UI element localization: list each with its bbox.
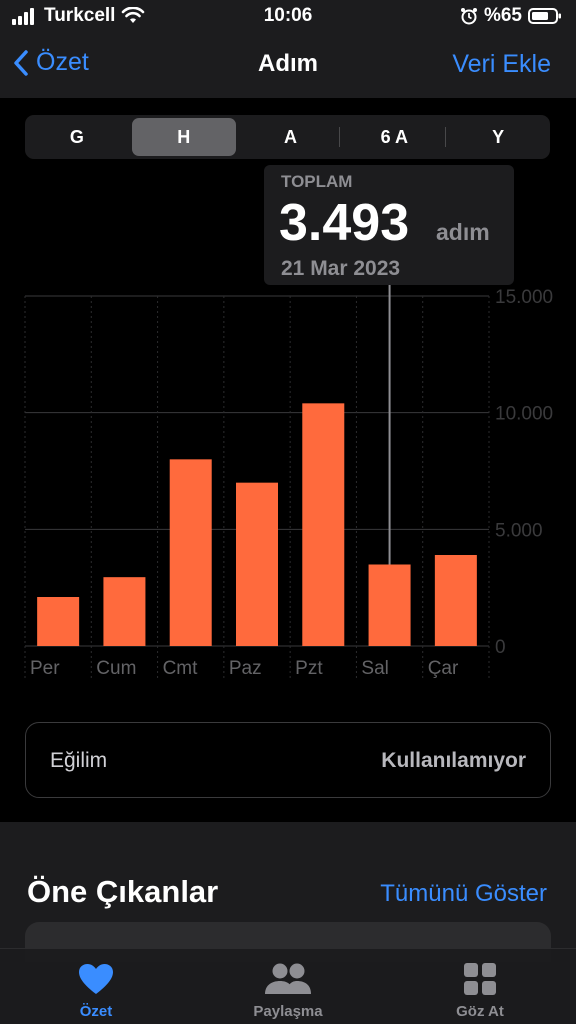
- bar-sal[interactable]: [368, 564, 411, 646]
- tooltip-unit: adım: [436, 219, 490, 245]
- x-tick-label: Pzt: [295, 658, 323, 679]
- tab-label: Göz At: [456, 1003, 504, 1020]
- segment-divider: [339, 127, 340, 147]
- alarm-icon: [460, 8, 477, 25]
- segment-six-months[interactable]: 6 A: [342, 115, 446, 159]
- segment-day[interactable]: G: [25, 115, 129, 159]
- tooltip-date: 21 Mar 2023: [281, 257, 400, 280]
- segment-week[interactable]: H: [131, 118, 236, 156]
- status-right: %65: [460, 5, 562, 27]
- segment-month[interactable]: A: [239, 115, 343, 159]
- y-tick-label: 15.000: [495, 287, 553, 308]
- period-segmented-control: G H A 6 A Y: [25, 115, 550, 159]
- status-bar: Turkcell 10:06 %65: [0, 0, 576, 32]
- x-tick-label: Paz: [229, 658, 262, 679]
- tab-label: Paylaşma: [253, 1003, 323, 1020]
- battery-icon: [528, 8, 561, 24]
- x-tick-label: Sal: [361, 658, 388, 679]
- show-all-link[interactable]: Tümünü Göster: [380, 880, 547, 908]
- tab-browse[interactable]: Göz At: [384, 949, 576, 1024]
- segment-label: 6 A: [380, 126, 408, 147]
- navigation-bar: Özet Adım Veri Ekle: [0, 32, 576, 98]
- bar-per[interactable]: [37, 597, 80, 646]
- y-tick-label: 0: [495, 637, 506, 658]
- trend-label: Eğilim: [50, 749, 108, 772]
- tooltip-heading: TOPLAM: [281, 172, 352, 191]
- y-tick-label: 10.000: [495, 404, 553, 425]
- trend-card[interactable]: Eğilim Kullanılamıyor: [25, 722, 551, 798]
- chart-x-labels: Per Cum Cmt Paz Pzt Sal Çar: [30, 658, 459, 679]
- selection-tooltip: TOPLAM 3.493 adım 21 Mar 2023: [264, 165, 514, 565]
- x-tick-label: Per: [30, 658, 60, 679]
- bar-çar[interactable]: [434, 555, 477, 646]
- segment-label: G: [69, 126, 84, 147]
- tab-bar: Özet Paylaşma Göz At: [0, 948, 576, 1024]
- trend-value: Kullanılamıyor: [381, 749, 526, 772]
- chart-bars: [37, 403, 477, 646]
- tooltip-value: 3.493: [279, 194, 409, 252]
- heart-icon: [79, 964, 113, 994]
- segment-divider: [445, 127, 446, 147]
- people-icon: [265, 963, 311, 994]
- bar-paz[interactable]: [236, 482, 278, 646]
- segment-label: A: [283, 126, 297, 147]
- x-tick-label: Cmt: [163, 658, 199, 679]
- tab-sharing[interactable]: Paylaşma: [192, 949, 384, 1024]
- bar-cmt[interactable]: [169, 459, 212, 646]
- highlights-section: Öne Çıkanlar Tümünü Göster: [0, 822, 576, 962]
- segment-year[interactable]: Y: [446, 115, 550, 159]
- add-data-button[interactable]: Veri Ekle: [452, 50, 551, 79]
- tab-label: Özet: [79, 1003, 113, 1020]
- segment-label: H: [177, 126, 191, 147]
- bar-pzt[interactable]: [302, 403, 345, 646]
- battery-percent: %65: [483, 5, 522, 26]
- x-tick-label: Cum: [96, 658, 136, 679]
- x-tick-label: Çar: [428, 658, 459, 679]
- chart-y-labels: 0 5.000 10.000 15.000: [495, 287, 553, 658]
- grid-icon: [464, 963, 496, 995]
- segment-label: Y: [492, 126, 505, 147]
- y-tick-label: 5.000: [495, 520, 543, 541]
- tab-summary[interactable]: Özet: [0, 949, 192, 1024]
- bar-cum[interactable]: [103, 577, 146, 646]
- highlights-title: Öne Çıkanlar: [27, 874, 219, 909]
- steps-chart[interactable]: Per Cum Cmt Paz Pzt Sal Çar 0 5.000 10.000 15.000…: [0, 160, 576, 700]
